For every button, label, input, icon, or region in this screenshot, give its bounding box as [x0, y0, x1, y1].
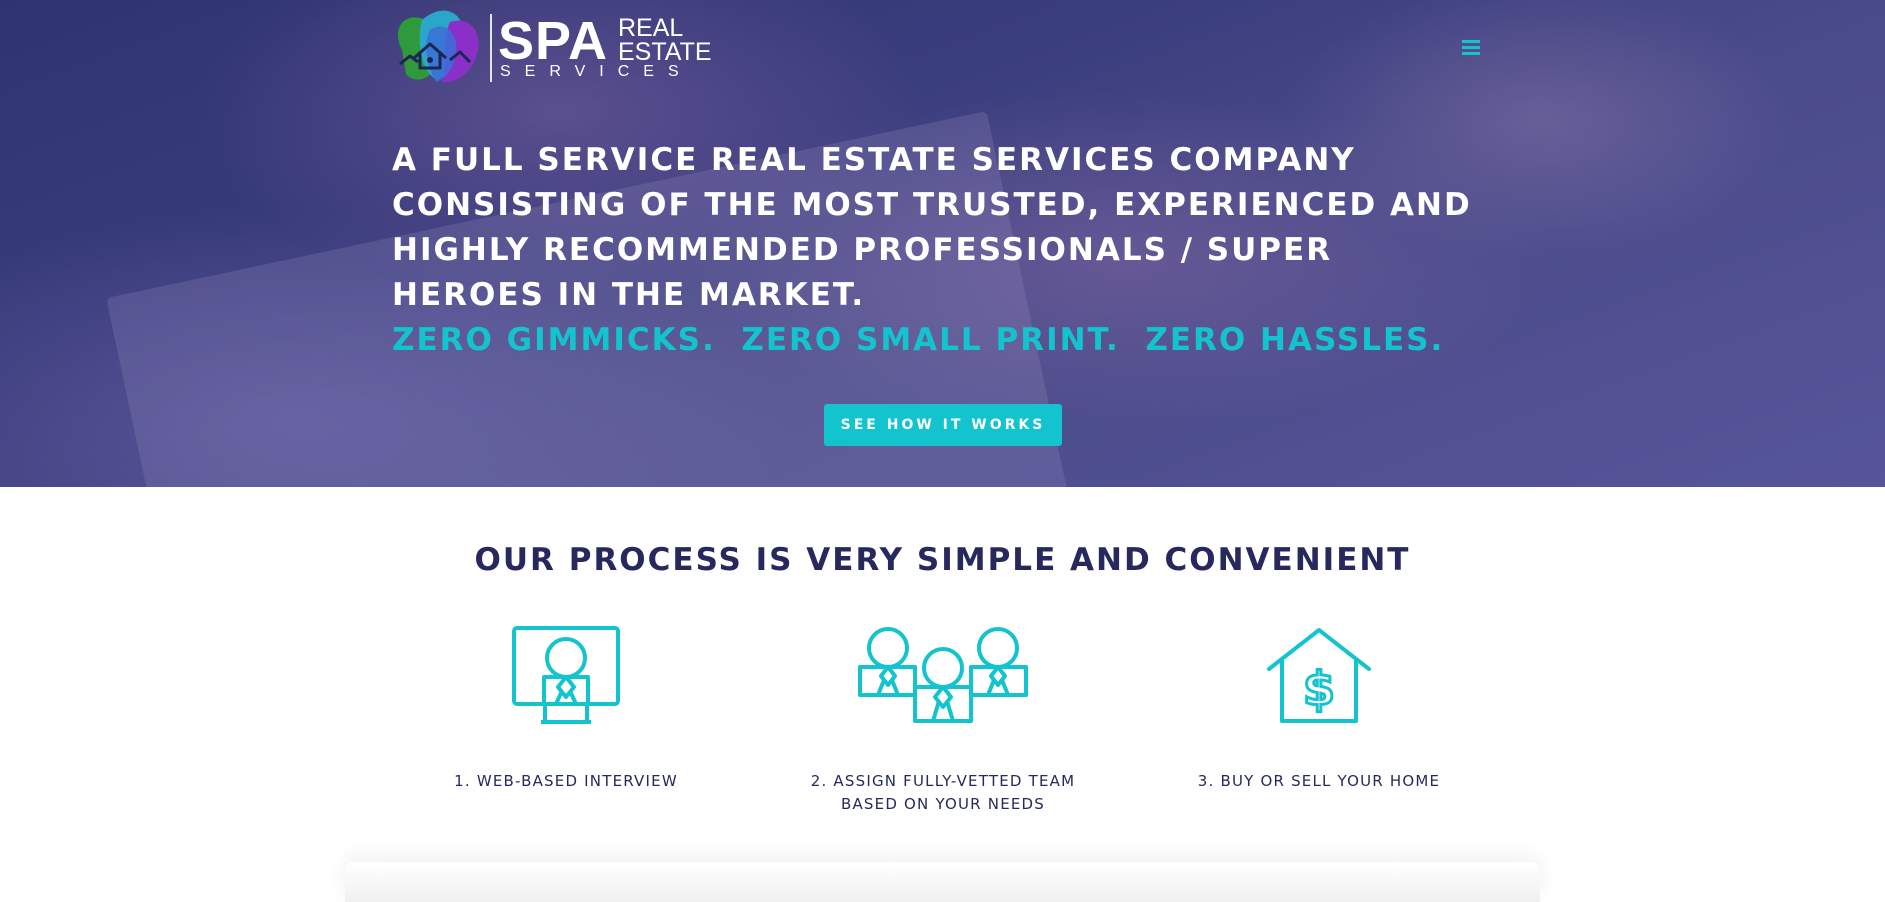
- logo-divider: [490, 14, 492, 82]
- logo-wordmark-services: SERVICES: [500, 63, 693, 80]
- process-step-assign-team: 2. ASSIGN FULLY-VETTED TEAM BASED ON YOU…: [793, 625, 1093, 813]
- logo-wordmark-estate: ESTATE: [618, 38, 712, 66]
- hero-headline: A FULL SERVICE REAL ESTATE SERVICES COMP…: [392, 142, 1472, 313]
- step-label: 3. BUY OR SELL YOUR HOME: [1197, 772, 1441, 790]
- svg-text:$: $: [1303, 662, 1335, 716]
- step-label: 2. ASSIGN FULLY-VETTED TEAM BASED ON YOU…: [810, 772, 1076, 813]
- process-title: OUR PROCESS IS VERY SIMPLE AND CONVENIEN…: [474, 542, 1411, 578]
- team-icon: [858, 627, 1028, 723]
- house-dollar-icon: $: [1267, 628, 1371, 723]
- hero-section: SPA REAL ESTATE SERVICES A FULL SERVICE …: [0, 0, 1885, 487]
- hero-tagline: ZERO GIMMICKS. ZERO SMALL PRINT. ZERO HA…: [392, 322, 1445, 358]
- process-step-buy-sell: $ 3. BUY OR SELL YOUR HOME: [1169, 625, 1469, 790]
- next-section-card-edge: [345, 862, 1540, 902]
- hamburger-menu-button[interactable]: [1460, 38, 1482, 56]
- process-step-web-interview: 1. WEB-BASED INTERVIEW: [416, 625, 716, 790]
- logo-wordmark-spa: SPA: [498, 11, 609, 71]
- hamburger-menu-icon: [1462, 40, 1480, 55]
- see-how-it-works-button[interactable]: SEE HOW IT WORKS: [824, 404, 1062, 446]
- step-label: 1. WEB-BASED INTERVIEW: [454, 772, 678, 790]
- video-interview-icon: [512, 626, 620, 724]
